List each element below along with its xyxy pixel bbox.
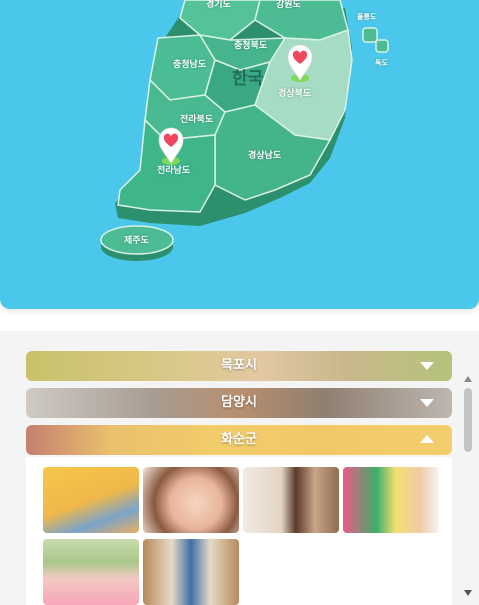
region-label-gyeonggi: 경기도 [206,0,231,10]
chevron-down-icon[interactable] [420,399,434,407]
region-ulleung[interactable] [362,27,378,43]
photo-grid [26,457,452,605]
accordion-damyang[interactable]: 담양시 [26,388,452,418]
accordion-hwasun[interactable]: 화순군 [26,425,452,455]
country-label: 한국 [232,69,264,89]
heart-location-pin-icon[interactable] [157,127,185,165]
photo-baby-reading[interactable] [43,467,139,533]
photo-girl-crying[interactable] [143,467,239,533]
accordion-mokpo[interactable]: 목포시 [26,351,452,381]
region-label-gyeongnam: 경상남도 [248,151,282,161]
region-label-jeju: 제주도 [124,236,149,246]
region-label-gyeongbuk: 경상북도 [278,89,312,99]
photo-boy-doorway[interactable] [143,539,239,605]
scroll-up-arrow-icon[interactable] [464,376,472,382]
region-label-gangwon: 강원도 [276,0,301,10]
region-label-chungbuk: 충청북도 [234,41,268,51]
region-label-chungnam: 충청남도 [173,60,207,70]
scrollbar-thumb[interactable] [464,388,472,452]
scroll-down-arrow-icon[interactable] [464,590,472,596]
region-label-dokdo: 독도 [375,59,388,67]
accordion-label: 화순군 [221,432,257,447]
accordion-label: 목포시 [221,358,257,373]
chevron-down-icon[interactable] [420,362,434,370]
list-scrollbar[interactable] [462,374,474,605]
region-label-jeonbuk: 전라북도 [180,115,214,125]
region-label-ulleung: 울릉도 [357,13,377,21]
photo-girl-outdoors[interactable] [43,539,139,605]
chevron-up-icon[interactable] [420,435,434,443]
photo-girl-studying[interactable] [243,467,339,533]
heart-location-pin-icon[interactable] [286,44,314,82]
photo-boy-sleeping[interactable] [343,467,439,533]
region-dokdo[interactable] [375,39,389,53]
accordion-label: 담양시 [221,395,257,410]
korea-map-panel: 한국 경기도 강원도 충청북도 충청남도 경상북도 전라북도 전라남도 경상남도… [0,0,479,309]
